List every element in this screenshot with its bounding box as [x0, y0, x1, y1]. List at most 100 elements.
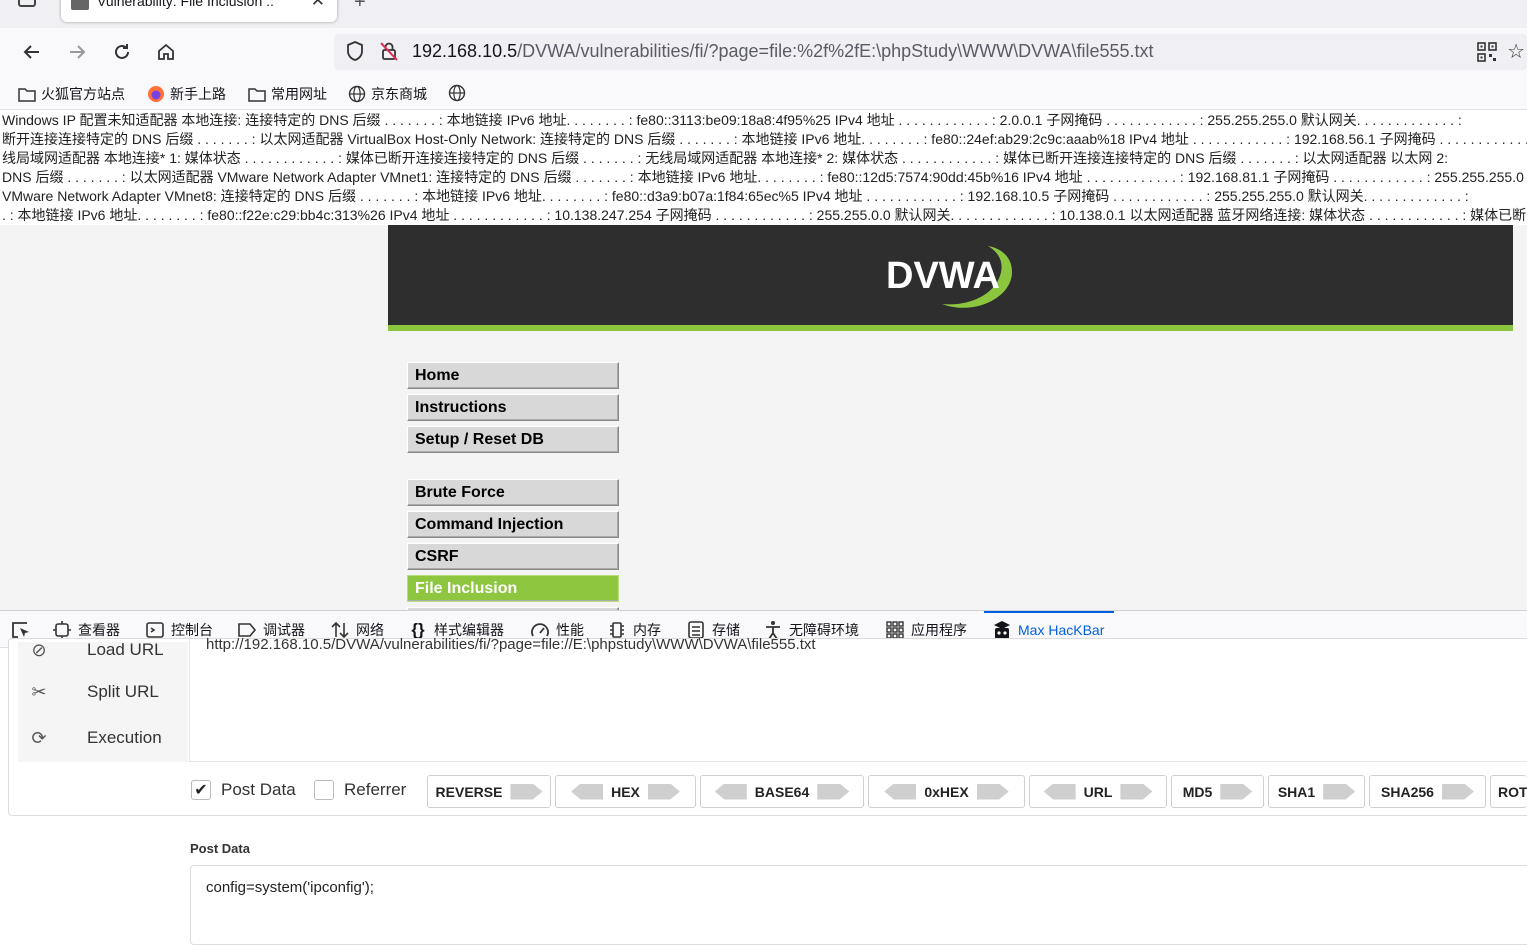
button-label: MD5 [1182, 783, 1213, 800]
post-data-value: config=system('ipconfig'); [206, 879, 374, 896]
checkbox-label: Post Data [221, 780, 296, 799]
checkbox-label: Referrer [344, 780, 407, 799]
execution-button[interactable]: ⟳ Execution [18, 718, 188, 758]
bookmark-item[interactable]: 火狐官方站点 [18, 84, 125, 104]
post-data-checkbox[interactable]: ✔ Post Data [191, 780, 296, 800]
tab-strip: Vulnerability: File Inclusion :: ✕ + [0, 0, 1527, 28]
arrow-right-icon [976, 783, 1009, 800]
hackbar-url-input[interactable]: http://192.168.10.5/DVWA/vulnerabilities… [189, 636, 1527, 762]
tracking-shield-icon[interactable] [344, 40, 366, 67]
button-label: BASE64 [754, 783, 810, 800]
folder-icon [18, 87, 36, 102]
url-bar[interactable]: 192.168.10.5/DVWA/vulnerabilities/fi/?pa… [334, 34, 1527, 70]
base64-button[interactable]: BASE64 [700, 775, 864, 808]
ipconfig-line: 线局域网适配器 本地连接* 1: 媒体状态 . . . . . . . . . … [2, 150, 1449, 166]
arrow-right-icon [510, 783, 543, 800]
firefox-icon [148, 86, 164, 102]
referrer-checkbox[interactable]: Referrer [314, 780, 406, 800]
menu-file-inclusion[interactable]: File Inclusion [407, 575, 619, 602]
sha1-button[interactable]: SHA1 [1268, 775, 1365, 808]
tab-list-button[interactable] [18, 0, 36, 7]
bookmark-label: 火狐官方站点 [41, 86, 125, 102]
bookmarks-toolbar: 火狐官方站点 新手上路 常用网址 京东商城 [0, 76, 1527, 110]
ipconfig-line: DNS 后缀 . . . . . . . : 以太网适配器 VMware Net… [2, 169, 1524, 185]
button-label: REVERSE [435, 783, 503, 800]
bookmark-star-icon[interactable]: ☆ [1507, 39, 1525, 64]
arrow-right-icon [647, 783, 680, 800]
home-icon[interactable] [150, 36, 182, 68]
reload-icon[interactable] [106, 36, 138, 68]
arrow-right-icon [1441, 783, 1474, 800]
insecure-lock-icon[interactable] [378, 40, 400, 67]
post-data-input[interactable]: config=system('ipconfig'); [190, 865, 1527, 945]
menu-command-injection[interactable]: Command Injection [407, 511, 619, 538]
dvwa-logo: DVWA [886, 246, 1012, 308]
tab-title: Vulnerability: File Inclusion :: [97, 0, 274, 9]
url-button[interactable]: URL [1029, 775, 1167, 808]
page-content: DVWA Home Instructions Setup / Reset DB … [0, 225, 1527, 617]
arrow-left-icon [714, 783, 747, 800]
checkbox-checked[interactable]: ✔ [191, 780, 211, 800]
checkbox-unchecked[interactable] [314, 780, 334, 800]
scissors-icon: ✂ [31, 681, 47, 702]
dvwa-logo-text: DVWA [886, 255, 1000, 297]
url-host: 192.168.10.5 [412, 41, 518, 61]
ipconfig-line: 断开连接连接特定的 DNS 后缀 . . . . . . . : 以太网适配器 … [2, 131, 1527, 147]
arrow-left-icon [1043, 783, 1076, 800]
url-text[interactable]: 192.168.10.5/DVWA/vulnerabilities/fi/?pa… [412, 41, 1154, 62]
arrow-right-icon [1323, 783, 1356, 800]
0xhex-button[interactable]: 0xHEX [868, 775, 1025, 808]
sha256-button[interactable]: SHA256 [1369, 775, 1486, 808]
ipconfig-line: . : 本地链接 IPv6 地址. . . . . . . . : fe80::… [2, 207, 1527, 223]
menu-brute-force[interactable]: Brute Force [407, 479, 619, 506]
bookmark-item[interactable]: 常用网址 [248, 84, 327, 104]
menu-setup-reset-db[interactable]: Setup / Reset DB [407, 426, 619, 453]
browser-tab[interactable]: Vulnerability: File Inclusion :: ✕ [61, 0, 337, 22]
navigation-bar: 192.168.10.5/DVWA/vulnerabilities/fi/?pa… [0, 28, 1527, 76]
button-label: ROT [1498, 783, 1527, 800]
back-icon[interactable] [16, 36, 48, 68]
globe-icon [348, 85, 366, 103]
bookmark-item[interactable]: 京东商城 [348, 84, 427, 104]
globe-icon [448, 84, 466, 102]
hex-button[interactable]: HEX [555, 775, 696, 808]
menu-instructions[interactable]: Instructions [407, 394, 619, 421]
qr-code-icon[interactable] [1477, 42, 1497, 67]
button-label: 0xHEX [924, 783, 969, 800]
ipconfig-output: Windows IP 配置未知适配器 本地连接: 连接特定的 DNS 后缀 . … [0, 111, 1527, 225]
load-url-icon: ⊘ [31, 639, 47, 660]
action-label: Split URL [87, 682, 159, 701]
bookmark-item[interactable]: 新手上路 [147, 84, 226, 104]
button-label: SHA1 [1277, 783, 1316, 800]
split-url-button[interactable]: ✂ Split URL [18, 672, 188, 712]
refresh-icon: ⟳ [31, 727, 47, 748]
folder-icon [248, 87, 266, 102]
load-url-button[interactable]: ⊘ Load URL [18, 630, 188, 670]
button-label: HEX [611, 783, 640, 800]
rot-button[interactable]: ROT [1490, 775, 1527, 808]
post-data-label: Post Data [190, 841, 250, 856]
tab-close-icon[interactable]: ✕ [311, 0, 325, 11]
arrow-left-icon [571, 783, 604, 800]
md5-button[interactable]: MD5 [1171, 775, 1264, 808]
ipconfig-line: Windows IP 配置未知适配器 本地连接: 连接特定的 DNS 后缀 . … [2, 112, 1462, 128]
url-path: /DVWA/vulnerabilities/fi/?page=file:%2f%… [517, 41, 1154, 61]
reverse-button[interactable]: REVERSE [427, 775, 551, 808]
arrow-right-icon [1220, 783, 1253, 800]
hackbar-panel: ⊘ Load URL ✂ Split URL ⟳ Execution http:… [0, 636, 1527, 945]
bookmark-label: 新手上路 [170, 86, 226, 102]
action-label: Load URL [87, 640, 164, 659]
bookmark-label: 京东商城 [371, 86, 427, 102]
bookmark-item[interactable] [448, 84, 466, 102]
forward-icon[interactable] [61, 36, 93, 68]
dvwa-favicon-icon [71, 0, 89, 10]
hackbar-actions: ⊘ Load URL ✂ Split URL ⟳ Execution [18, 640, 188, 762]
action-label: Execution [87, 728, 162, 747]
button-label: URL [1083, 783, 1113, 800]
menu-csrf[interactable]: CSRF [407, 543, 619, 570]
new-tab-icon[interactable]: + [354, 0, 366, 14]
menu-home[interactable]: Home [407, 362, 619, 389]
button-label: SHA256 [1381, 783, 1434, 800]
hackbar-url-value: http://192.168.10.5/DVWA/vulnerabilities… [206, 636, 816, 653]
bookmark-label: 常用网址 [271, 86, 327, 102]
